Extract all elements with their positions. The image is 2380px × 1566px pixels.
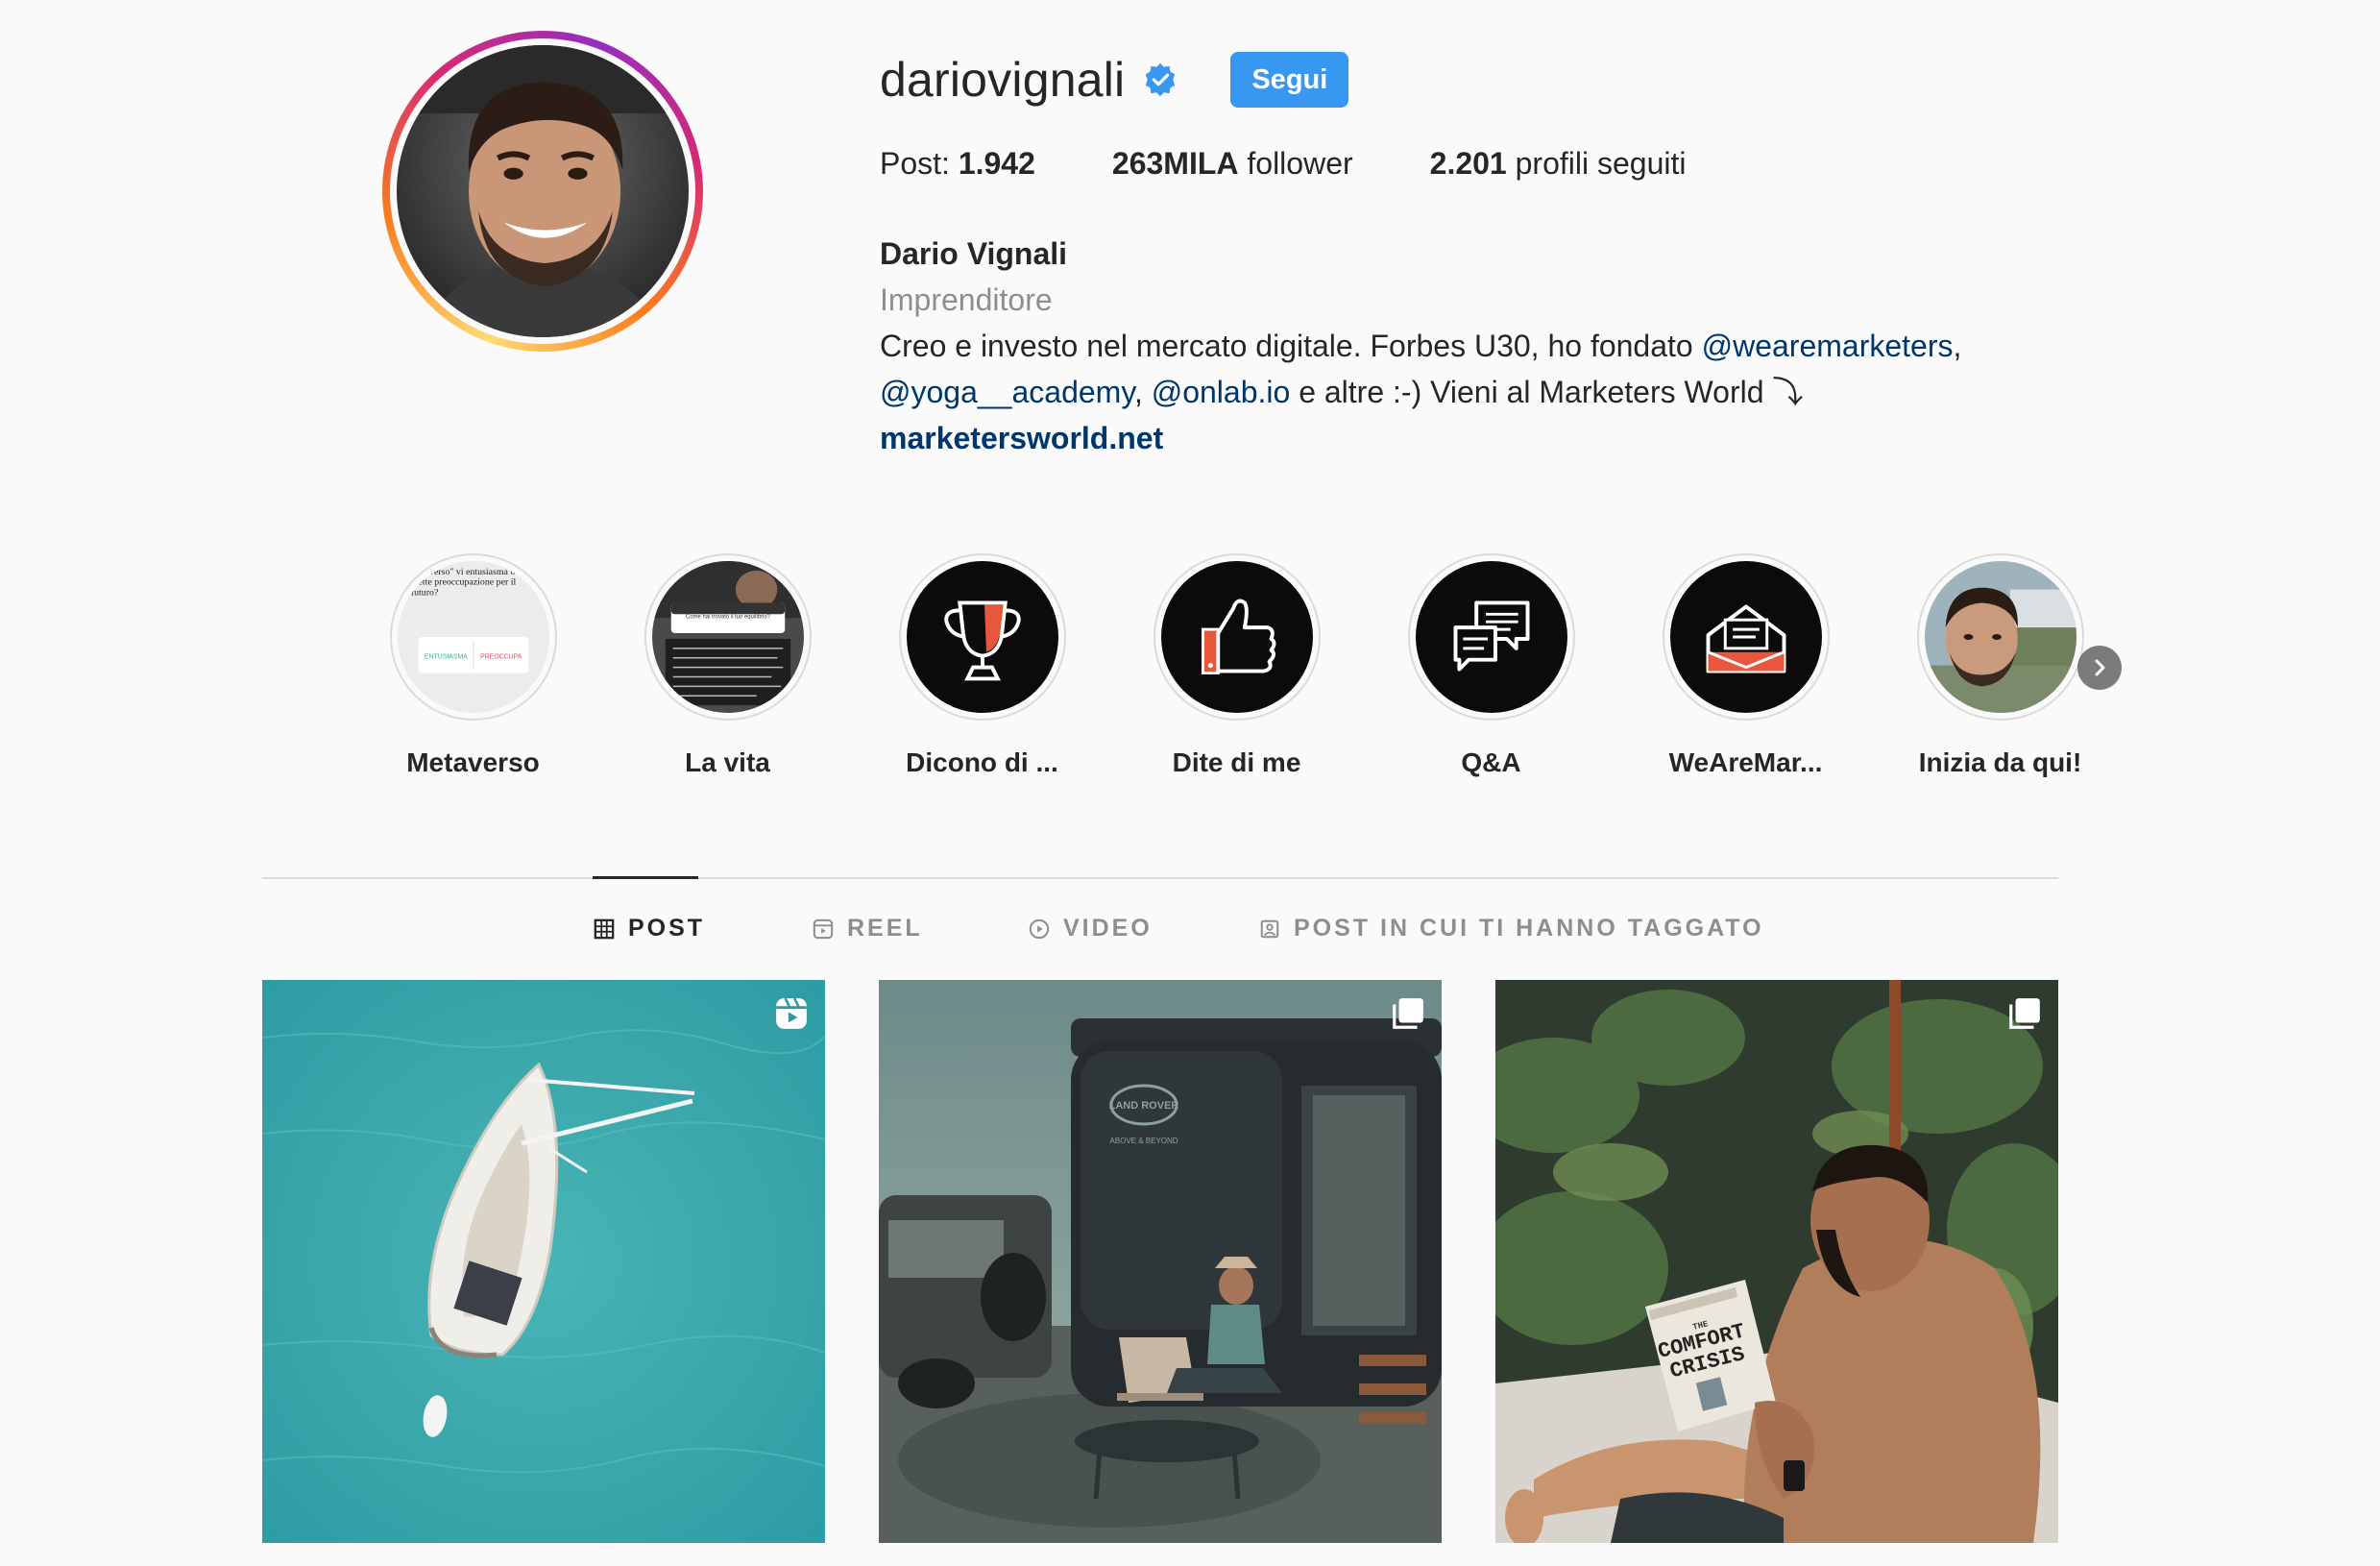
- profile-bio: Dario Vignali Imprenditore Creo e invest…: [880, 231, 2090, 461]
- followers-count[interactable]: 263MILA follower: [1112, 146, 1353, 182]
- bio-text: Creo e investo nel mercato digitale. For…: [880, 323, 2090, 415]
- tab-video[interactable]: VIDEO: [1029, 915, 1153, 942]
- mention-onlab[interactable]: @onlab.io: [1152, 375, 1291, 409]
- reel-badge-icon: [773, 995, 810, 1032]
- reel-icon: [813, 918, 834, 940]
- highlight-la-vita[interactable]: Come hai trovato il tuo equilibrio? La v…: [600, 553, 855, 778]
- chevron-right-icon: [2095, 659, 2105, 676]
- trophy-icon: [906, 561, 1058, 713]
- carousel-badge-icon: [1390, 995, 1426, 1032]
- highlight-wearemarketers[interactable]: WeAreMar...: [1618, 553, 1873, 778]
- highlight-ring: [1407, 553, 1575, 721]
- tab-reel[interactable]: REEL: [813, 915, 923, 942]
- verified-badge-icon: [1142, 61, 1178, 98]
- followers-value: 263MILA: [1111, 146, 1239, 181]
- thumbs-up-icon: [1160, 561, 1313, 713]
- highlight-label: Inizia da qui!: [1918, 747, 2082, 777]
- avatar-gap: [390, 38, 695, 344]
- follow-button[interactable]: Segui: [1230, 52, 1349, 108]
- highlight-ring: metaverso" vi entusiasma o vi mette preo…: [389, 553, 557, 721]
- posts-label: Post:: [880, 146, 959, 181]
- question-prompt: Come hai trovato il tuo equilibrio?: [685, 614, 770, 621]
- following-value: 2.201: [1429, 146, 1507, 181]
- poll-question: metaverso" vi entusiasma o vi mette preo…: [410, 566, 524, 599]
- highlight-inizia-da-qui[interactable]: Inizia da qui!: [1873, 553, 2127, 778]
- highlights-next-button[interactable]: [2077, 646, 2122, 690]
- highlight-label: WeAreMar...: [1668, 747, 1823, 777]
- tab-label: POST IN CUI TI HANNO TAGGATO: [1294, 915, 1764, 942]
- active-tab-indicator: [593, 876, 698, 879]
- followers-label: follower: [1238, 146, 1353, 181]
- highlight-ring: [1153, 553, 1321, 721]
- highlight-dite-di-me[interactable]: Dite di me: [1109, 553, 1364, 778]
- bio-line2: e altre :-) Vieni al Marketers World ⤵: [1290, 375, 1804, 409]
- highlight-metaverso[interactable]: metaverso" vi entusiasma o vi mette preo…: [346, 553, 600, 778]
- bio-line1: Creo e investo nel mercato digitale. For…: [880, 329, 1702, 363]
- profile-avatar-ring[interactable]: [382, 31, 703, 352]
- selfie-photo-icon: [1924, 561, 2076, 713]
- question-story-icon: Come hai trovato il tuo equilibrio?: [651, 561, 804, 713]
- post-thumbnail-camper[interactable]: LAND ROVER ABOVE & BEYOND: [879, 980, 1442, 1543]
- tab-label: VIDEO: [1063, 915, 1153, 942]
- highlight-qa[interactable]: Q&A: [1364, 553, 1618, 778]
- avatar[interactable]: [397, 45, 689, 337]
- reading-photo: THE COMFORT CRISIS: [1495, 980, 2058, 1543]
- tagged-icon: [1259, 918, 1280, 940]
- tab-post[interactable]: POST: [594, 915, 705, 942]
- boat-photo: [262, 980, 825, 1543]
- carousel-badge-icon: [2006, 995, 2043, 1032]
- poll-story-icon: metaverso" vi entusiasma o vi mette preo…: [397, 561, 549, 713]
- following-label: profili seguiti: [1506, 146, 1687, 181]
- username: dariovignali: [880, 53, 1126, 107]
- website-link[interactable]: marketersworld.net: [880, 415, 2090, 461]
- highlight-dicono-di[interactable]: Dicono di ...: [855, 553, 1109, 778]
- envelope-icon: [1669, 561, 1822, 713]
- full-name: Dario Vignali: [880, 236, 1068, 271]
- tab-tagged[interactable]: POST IN CUI TI HANNO TAGGATO: [1259, 915, 1764, 942]
- poll-option-1: ENTUSIASMA: [424, 654, 467, 661]
- story-highlights: metaverso" vi entusiasma o vi mette preo…: [346, 553, 2127, 778]
- highlight-label: Metaverso: [406, 747, 540, 777]
- posts-value: 1.942: [958, 146, 1035, 181]
- poll-option-2: PREOCCUPA: [480, 654, 522, 661]
- tab-label: POST: [628, 915, 706, 942]
- post-thumbnail-boat[interactable]: [262, 980, 825, 1543]
- tab-label: REEL: [847, 915, 923, 942]
- camper-tagline-text: ABOVE & BEYOND: [1109, 1137, 1178, 1145]
- highlight-label: Dite di me: [1172, 747, 1301, 777]
- bio-comma: ,: [1133, 375, 1152, 409]
- posts-count: Post: 1.942: [880, 146, 1035, 182]
- avatar-photo: [397, 45, 689, 337]
- highlight-label: La vita: [685, 747, 770, 777]
- highlight-ring: [898, 553, 1066, 721]
- highlight-ring: Come hai trovato il tuo equilibrio?: [644, 553, 812, 721]
- highlight-label: Dicono di ...: [906, 747, 1058, 777]
- tabs-divider: [262, 877, 2058, 879]
- username-row: dariovignali Segui: [880, 48, 1349, 111]
- post-thumbnail-reading[interactable]: THE COMFORT CRISIS: [1495, 980, 2058, 1543]
- highlight-ring: [1916, 553, 2084, 721]
- grid-icon: [594, 918, 615, 940]
- camper-brand-text: LAND ROVER: [1109, 1100, 1179, 1112]
- camper-photo: LAND ROVER ABOVE & BEYOND: [879, 980, 1442, 1543]
- mention-wearemarketers[interactable]: @wearemarketers: [1702, 329, 1954, 363]
- highlight-label: Q&A: [1461, 747, 1521, 777]
- category-label: Imprenditore: [880, 282, 1053, 317]
- following-count[interactable]: 2.201 profili seguiti: [1430, 146, 1687, 182]
- bio-comma: ,: [1953, 329, 1962, 363]
- play-icon: [1029, 918, 1050, 940]
- profile-stats: Post: 1.942 263MILA follower 2.201 profi…: [880, 146, 1762, 182]
- highlight-ring: [1662, 553, 1830, 721]
- chat-bubbles-icon: [1415, 561, 1567, 713]
- mention-yoga-academy[interactable]: @yoga__academy: [880, 375, 1134, 409]
